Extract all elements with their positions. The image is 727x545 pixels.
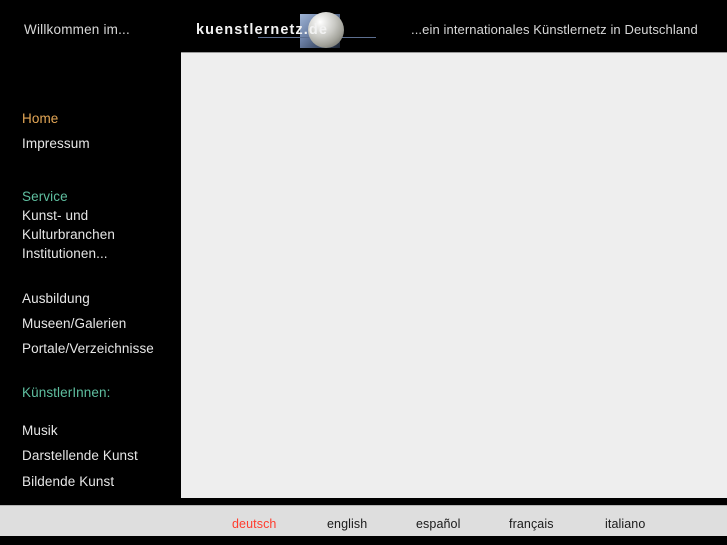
sidebar-item-kunstlerinnen[interactable]: KünstlerInnen:: [22, 385, 110, 400]
sidebar-item-kunst-und[interactable]: Kunst- und: [22, 208, 88, 223]
sidebar-item-bildende-kunst[interactable]: Bildende Kunst: [22, 474, 114, 489]
language-footer-bar: deutsch english español français italiano: [0, 505, 727, 536]
sidebar-item-home[interactable]: Home: [22, 111, 58, 126]
language-link-espaol[interactable]: español: [416, 517, 461, 531]
sidebar-item-darstellende-kunst[interactable]: Darstellende Kunst: [22, 448, 138, 463]
sidebar-item-museen-galerien[interactable]: Museen/Galerien: [22, 316, 126, 331]
language-link-english[interactable]: english: [327, 517, 367, 531]
sidebar-item-service[interactable]: Service: [22, 189, 68, 204]
site-tagline: ...ein internationales Künstlernetz in D…: [411, 22, 698, 37]
sidebar-item-portale-verzeichnisse[interactable]: Portale/Verzeichnisse: [22, 341, 154, 356]
welcome-text: Willkommen im...: [24, 22, 130, 37]
sidebar-item-impressum[interactable]: Impressum: [22, 136, 90, 151]
sidebar-item-institutionen[interactable]: Institutionen...: [22, 246, 108, 261]
sidebar-navigation: Home Impressum Service Kunst- und Kulturbran…: [0, 52, 181, 498]
language-link-franais[interactable]: français: [509, 517, 554, 531]
site-logo[interactable]: kuenstlernetz.de: [196, 8, 376, 48]
page-header: Willkommen im... kuenstlernetz.de ...ein…: [0, 0, 727, 52]
page-bottom-band: [0, 536, 727, 545]
footer-spacer: [0, 498, 727, 505]
sidebar-item-musik[interactable]: Musik: [22, 423, 58, 438]
sidebar-item-ausbildung[interactable]: Ausbildung: [22, 291, 90, 306]
main-content-panel: [181, 52, 727, 498]
language-link-italiano[interactable]: italiano: [605, 517, 645, 531]
logo-wordmark: kuenstlernetz.de: [196, 22, 329, 38]
sidebar-item-kulturbranchen[interactable]: Kulturbranchen: [22, 227, 115, 242]
language-link-deutsch[interactable]: deutsch: [232, 517, 276, 531]
